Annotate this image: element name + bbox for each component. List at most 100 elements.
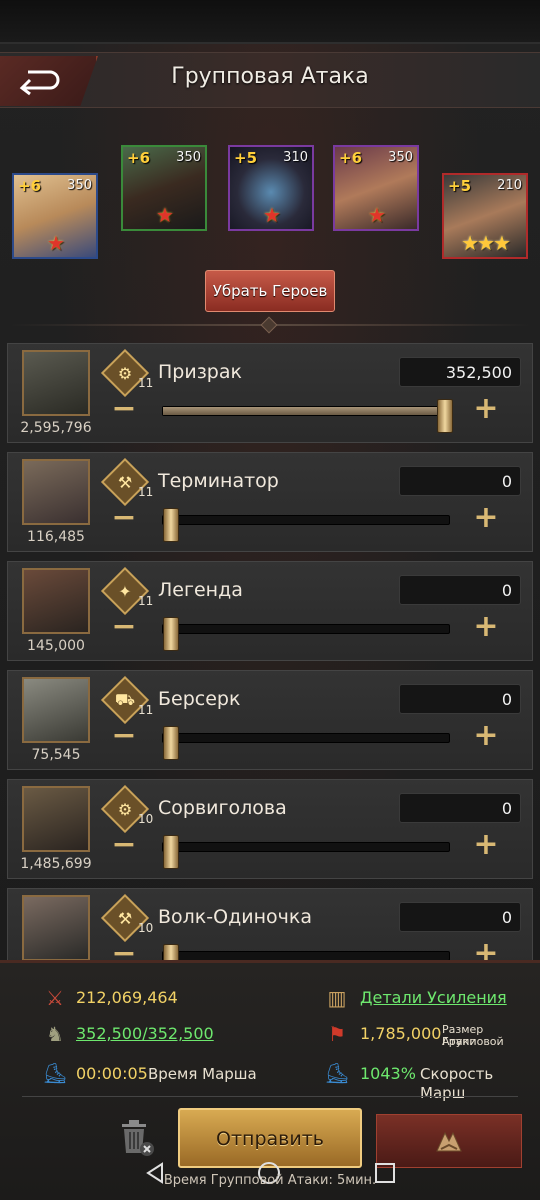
troop-count-input[interactable]: 0	[399, 793, 521, 823]
hero-slot-2[interactable]: +6 350 ★	[121, 145, 207, 231]
rifle-icon: ✦	[118, 581, 132, 601]
troop-tier: 11	[138, 594, 154, 608]
back-arrow-icon	[19, 70, 60, 96]
troop-count-input[interactable]: 0	[399, 902, 521, 932]
troop-name: Берсерк	[158, 688, 241, 710]
motorcycle-icon: ⚙	[117, 363, 133, 383]
troop-row: 75,545 ⛟ 11 Берсерк 0 − +	[7, 670, 533, 770]
troop-name: Сорвиголова	[158, 797, 287, 819]
troop-count-input[interactable]: 0	[399, 575, 521, 605]
hero-stars: ★	[368, 203, 386, 227]
troop-row: ⚒ 10 Волк-Одиночка 0 − +	[7, 888, 533, 960]
rally-time-label: Время Групповой Атаки: 5мин.	[163, 1173, 377, 1188]
troop-count-input[interactable]: 0	[399, 466, 521, 496]
hero-level: 310	[283, 150, 308, 165]
hero-level: 350	[176, 150, 201, 165]
axe-icon: ⚒	[117, 472, 133, 492]
decrease-button[interactable]: −	[110, 503, 138, 533]
decrease-button[interactable]: −	[110, 394, 138, 424]
motorcycle-icon: ⚙	[117, 799, 133, 819]
troop-power: 75,545	[31, 747, 81, 763]
troop-slider[interactable]	[162, 835, 450, 869]
troop-slider[interactable]	[162, 508, 450, 542]
increase-button[interactable]: +	[472, 394, 500, 424]
troop-slider[interactable]	[162, 726, 450, 760]
decrease-button[interactable]: −	[110, 612, 138, 642]
hero-level: 350	[388, 150, 413, 165]
hero-slot-5[interactable]: +5 210 ★★★	[442, 173, 528, 259]
slider-fill	[163, 407, 449, 415]
troop-row: 145,000 ✦ 11 Легенда 0 − +	[7, 561, 533, 661]
rally-size: 1,785,000	[360, 1024, 442, 1043]
march-time-label: Время Марша	[148, 1065, 257, 1083]
send-button[interactable]: Отправить	[178, 1108, 362, 1168]
power-icon: ⚔	[46, 986, 64, 1010]
decrease-button[interactable]: −	[110, 721, 138, 751]
axe-icon: ⚒	[117, 908, 133, 928]
troop-tier: 11	[138, 703, 154, 717]
slider-thumb[interactable]	[162, 617, 179, 651]
increase-button[interactable]: +	[472, 721, 500, 751]
boost-details-link[interactable]: Детали Усиления	[360, 988, 507, 1007]
troop-power: 145,000	[27, 638, 85, 654]
decrease-button[interactable]: −	[110, 939, 138, 961]
troop-tier: 10	[138, 812, 154, 826]
march-speed: 1043%	[360, 1064, 416, 1083]
slider-thumb[interactable]	[162, 726, 179, 760]
troop-slider[interactable]	[162, 944, 450, 960]
troop-image	[22, 895, 90, 960]
troop-name: Легенда	[158, 579, 243, 601]
troop-slider[interactable]	[162, 617, 450, 651]
troop-power: 1,485,699	[20, 856, 92, 872]
increase-button[interactable]: +	[472, 939, 500, 961]
slider-thumb[interactable]	[437, 399, 454, 433]
decrease-button[interactable]: −	[110, 830, 138, 860]
hero-rank-plus: +5	[448, 177, 472, 195]
troop-power: 2,595,796	[20, 420, 92, 436]
troop-image	[22, 459, 90, 525]
hero-stars: ★★★	[461, 231, 511, 255]
troop-list[interactable]: 2,595,796 ⚙ 11 Призрак 352,500 − + 116,4…	[0, 340, 540, 960]
slider-thumb[interactable]	[162, 835, 179, 869]
slider-thumb[interactable]	[162, 944, 179, 960]
troop-row: 2,595,796 ⚙ 11 Призрак 352,500 − +	[7, 343, 533, 443]
march-time: 00:00:05	[76, 1064, 148, 1083]
troop-name: Призрак	[158, 361, 242, 383]
hero-stars: ★	[156, 203, 174, 227]
troop-image	[22, 350, 90, 416]
soldier-icon: ♞	[46, 1022, 64, 1046]
total-power: 212,069,464	[76, 988, 178, 1007]
remove-heroes-button[interactable]: Убрать Героев	[205, 270, 335, 312]
hero-rank-plus: +6	[339, 149, 363, 167]
troop-slider[interactable]	[162, 399, 454, 433]
troop-row: 1,485,699 ⚙ 10 Сорвиголова 0 − +	[7, 779, 533, 879]
rally-flag-icon: ⚑	[328, 1022, 346, 1046]
hero-level: 350	[67, 178, 92, 193]
troop-count-input[interactable]: 0	[399, 684, 521, 714]
top-strip	[0, 0, 540, 44]
boost-details-icon: ▥	[327, 986, 347, 1010]
slider-thumb[interactable]	[162, 508, 179, 542]
troop-count-input[interactable]: 352,500	[399, 357, 521, 387]
troop-name: Терминатор	[158, 470, 279, 492]
speed-boot-icon: ⛸	[324, 1061, 350, 1085]
rally-size-label-2: Атаки	[442, 1035, 477, 1048]
hero-slot-1[interactable]: +6 350 ★	[12, 173, 98, 259]
increase-button[interactable]: +	[472, 830, 500, 860]
troop-power: 116,485	[27, 529, 85, 545]
hero-stars: ★	[263, 203, 281, 227]
troop-tier: 11	[138, 485, 154, 499]
increase-button[interactable]: +	[472, 503, 500, 533]
increase-button[interactable]: +	[472, 612, 500, 642]
troops-count-link[interactable]: 352,500/352,500	[76, 1024, 214, 1043]
separator	[22, 1096, 518, 1097]
march-boot-icon: ⛸	[42, 1061, 68, 1085]
troop-name: Волк-Одиночка	[158, 906, 312, 928]
hero-rank-plus: +6	[18, 177, 42, 195]
troop-tier: 11	[138, 376, 154, 390]
hero-slot-4[interactable]: +6 350 ★	[333, 145, 419, 231]
troop-image	[22, 568, 90, 634]
hero-slot-3[interactable]: +5 310 ★	[228, 145, 314, 231]
trash-icon[interactable]	[116, 1116, 156, 1158]
hero-stars: ★	[47, 231, 65, 255]
